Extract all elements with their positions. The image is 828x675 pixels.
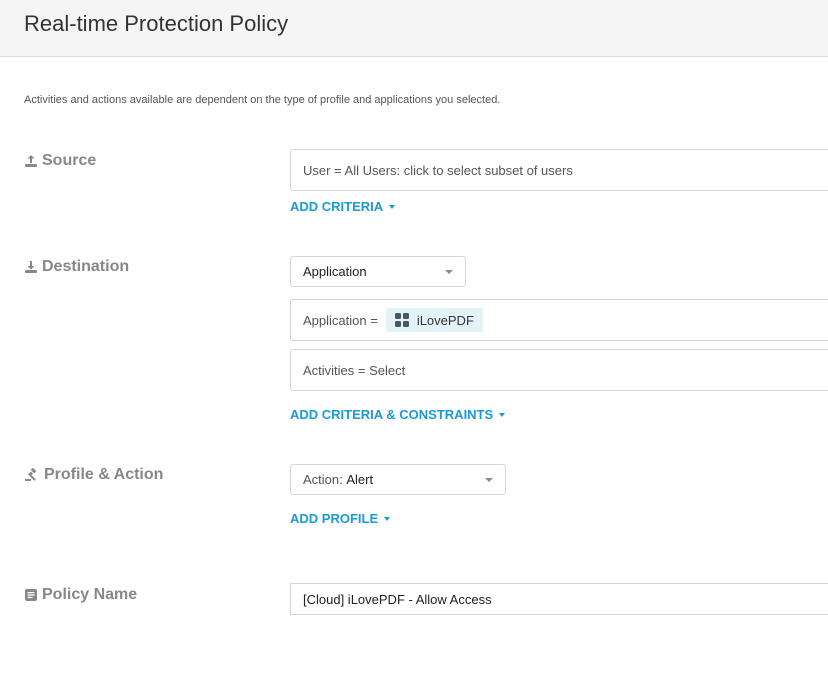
caret-down-icon <box>389 204 396 209</box>
destination-type-value: Application <box>303 264 367 279</box>
profile-action-label: Profile & Action <box>24 466 163 484</box>
chevron-down-icon <box>485 477 493 482</box>
activities-field[interactable]: Activities = Select <box>290 349 828 391</box>
document-icon <box>25 589 37 601</box>
application-chip-label: iLovePDF <box>416 312 474 328</box>
action-prefix: Action: <box>303 472 343 487</box>
profile-action-label-text: Profile & Action <box>44 466 164 483</box>
add-profile-label: ADD PROFILE <box>290 511 379 526</box>
add-profile-button[interactable]: ADD PROFILE <box>290 511 391 526</box>
page-title: Real-time Protection Policy <box>24 11 289 36</box>
add-criteria-label: ADD CRITERIA <box>290 199 384 214</box>
destination-label: Destination <box>24 258 129 276</box>
gavel-icon <box>25 468 37 481</box>
policy-name-label: Policy Name <box>24 586 137 604</box>
activities-text: Activities = Select <box>303 362 406 378</box>
caret-down-icon <box>384 516 391 521</box>
app-grid-icon <box>394 313 409 327</box>
action-select[interactable]: Action: Alert <box>290 464 506 495</box>
application-chip[interactable]: iLovePDF <box>385 308 483 332</box>
application-prefix: Application = <box>303 312 378 328</box>
user-criteria-text: User = All Users: click to select subset… <box>303 162 573 178</box>
policy-name-input[interactable]: [Cloud] iLovePDF - Allow Access <box>290 583 828 615</box>
upload-icon <box>25 155 37 167</box>
user-criteria-field[interactable]: User = All Users: click to select subset… <box>290 149 828 191</box>
add-criteria-constraints-label: ADD CRITERIA & CONSTRAINTS <box>290 407 494 422</box>
info-note: Activities and actions available are dep… <box>24 94 501 106</box>
policy-name-value: [Cloud] iLovePDF - Allow Access <box>303 591 492 607</box>
chevron-down-icon <box>445 269 453 274</box>
page-header: Real-time Protection Policy <box>0 0 828 57</box>
destination-type-select[interactable]: Application <box>290 256 466 287</box>
application-field[interactable]: Application = iLovePDF <box>290 299 828 341</box>
destination-label-text: Destination <box>42 258 130 275</box>
policy-name-label-text: Policy Name <box>42 586 138 603</box>
source-label-text: Source <box>42 152 97 169</box>
caret-down-icon <box>499 412 506 417</box>
download-icon <box>25 261 37 273</box>
source-label: Source <box>24 152 96 170</box>
add-criteria-button[interactable]: ADD CRITERIA <box>290 199 396 214</box>
add-criteria-constraints-button[interactable]: ADD CRITERIA & CONSTRAINTS <box>290 407 506 422</box>
action-value: Alert <box>346 472 374 487</box>
